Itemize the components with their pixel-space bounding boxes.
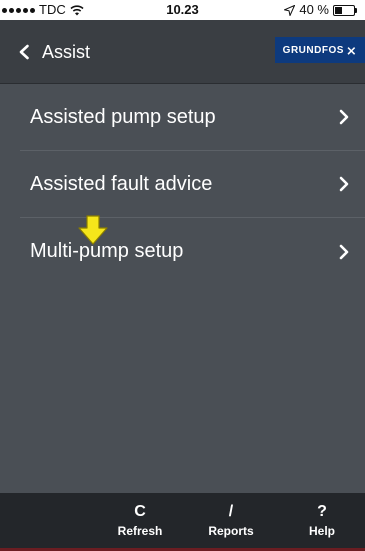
brand-name: GRUNDFOS xyxy=(282,44,344,56)
bottom-toolbar: C Refresh / Reports ? Help xyxy=(0,493,365,548)
menu-item-assisted-fault-advice[interactable]: Assisted fault advice xyxy=(20,151,365,218)
pencil-icon: / xyxy=(228,503,234,520)
refresh-button[interactable]: C Refresh xyxy=(112,493,168,548)
down-arrow-icon xyxy=(78,215,108,245)
page-title: Assist xyxy=(42,41,91,62)
menu-item-label: Assisted pump setup xyxy=(30,105,216,128)
brand-mark-icon: ⨯ xyxy=(345,42,358,58)
status-right: 40 % xyxy=(284,0,359,20)
help-label: Help xyxy=(308,524,335,538)
chevron-left-icon xyxy=(19,44,29,60)
chevron-right-icon xyxy=(339,176,349,192)
battery-icon xyxy=(333,4,359,16)
menu-item-label: Assisted fault advice xyxy=(30,172,213,195)
refresh-icon: C xyxy=(134,503,146,520)
battery-percentage: 40 % xyxy=(299,2,329,17)
chevron-right-icon xyxy=(339,109,349,125)
navigation-bar: Assist GRUNDFOS ⨯ xyxy=(0,20,365,84)
menu-item-assisted-pump-setup[interactable]: Assisted pump setup xyxy=(20,84,365,151)
assist-menu-list: Assisted pump setup Assisted fault advic… xyxy=(0,84,365,285)
app-screen: TDC 10.23 40 % Assist GRUNDFOS ⨯ Assiste… xyxy=(0,0,365,551)
reports-label: Reports xyxy=(208,524,254,538)
help-icon: ? xyxy=(317,503,327,520)
help-button[interactable]: ? Help xyxy=(296,493,348,548)
refresh-label: Refresh xyxy=(117,524,163,538)
chevron-right-icon xyxy=(339,244,349,259)
menu-item-multi-pump-setup[interactable]: Multi-pump setup xyxy=(20,218,365,285)
reports-button[interactable]: / Reports xyxy=(200,493,262,548)
grundfos-logo: GRUNDFOS ⨯ xyxy=(275,37,365,63)
battery-fill xyxy=(335,6,342,14)
location-arrow-icon xyxy=(284,4,296,16)
status-bar: TDC 10.23 40 % xyxy=(0,0,365,20)
back-button[interactable]: Assist xyxy=(18,20,90,84)
